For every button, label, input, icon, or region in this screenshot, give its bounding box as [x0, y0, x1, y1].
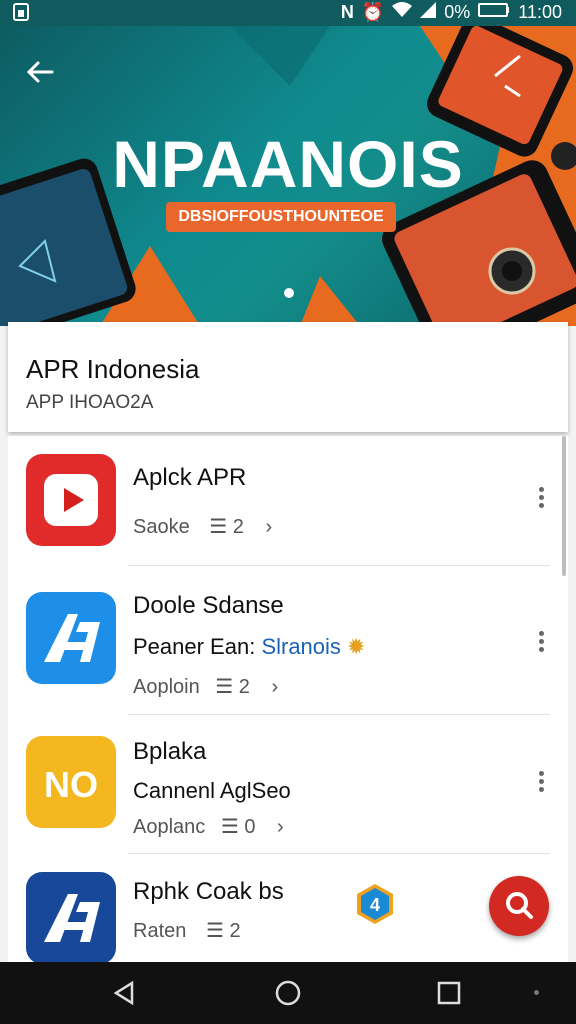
app-subtitle: Peaner Ean: Slranois ✹	[133, 634, 365, 660]
meta-label: Aoplanc	[133, 816, 206, 838]
wifi-icon	[392, 2, 413, 23]
app-meta: Saoke ☰ 2 ›	[133, 514, 272, 539]
meta-count: 2	[232, 516, 244, 538]
list-icon: ☰	[220, 816, 239, 838]
hero-title: NPAANOIS	[112, 127, 464, 201]
ap-logo-icon	[26, 872, 116, 962]
meta-count: 0	[244, 816, 256, 838]
battery-icon	[478, 2, 510, 23]
meta-count: 2	[229, 920, 241, 942]
list-icon: ☰	[215, 676, 234, 698]
arrow-back-icon	[26, 61, 54, 83]
chevron-icon: ›	[271, 676, 279, 698]
back-triangle-icon[interactable]	[112, 980, 138, 1011]
chevron-icon: ›	[277, 816, 284, 838]
more-options-button[interactable]	[536, 628, 546, 658]
subtitle-label: Peaner Ean:	[133, 634, 256, 659]
meta-label: Raten	[133, 920, 187, 942]
ap-logo-icon	[26, 592, 116, 684]
icon-text: NO	[44, 764, 98, 805]
app-subtitle: Cannenl AglSeo	[133, 778, 291, 803]
header-card: APR Indonesia APP IHOAO2A	[8, 322, 568, 432]
meta-label: Saoke	[133, 516, 190, 538]
list-icon: ☰	[209, 516, 228, 538]
meta-label: Aoploin	[133, 676, 200, 698]
home-circle-icon[interactable]	[274, 979, 302, 1012]
list-item[interactable]: Rphk Coak bs Raten ☰ 2 4	[8, 856, 568, 962]
signal-icon	[420, 2, 437, 23]
play-icon	[26, 454, 116, 546]
status-bar: N ⏰ 0% 11:00	[0, 0, 576, 26]
badge-logo-icon: 4	[353, 882, 397, 926]
svg-text:4: 4	[370, 895, 380, 915]
menu-dot	[534, 990, 539, 995]
app-meta: Aoploin ☰ 2 ›	[133, 674, 278, 699]
subtitle-link[interactable]: Slranois	[261, 634, 340, 659]
sim-card-icon	[12, 3, 30, 26]
page-subtitle: APP IHOAO2A	[26, 392, 154, 413]
page-title: APR Indonesia	[26, 354, 200, 384]
clock-time: 11:00	[518, 2, 562, 22]
pager-dot[interactable]	[284, 288, 294, 298]
list-icon: ☰	[205, 920, 224, 942]
hero-banner: NPAANOIS DBSIOFFOUSTHOUNTEOE	[0, 26, 576, 326]
app-name: Bplaka	[133, 738, 207, 765]
divider	[128, 853, 550, 854]
meta-count: 2	[238, 676, 250, 698]
list-item[interactable]: NO Bplaka Cannenl AglSeo Aoplanc ☰ 0 ›	[8, 716, 568, 856]
search-icon	[506, 892, 533, 919]
more-options-button[interactable]	[536, 484, 546, 514]
no-logo-icon: NO	[26, 736, 116, 828]
hero-tagline: DBSIOFFOUSTHOUNTEOE	[166, 202, 396, 232]
app-name: Aplck APR	[133, 464, 247, 491]
navigation-bar	[0, 962, 576, 1024]
search-fab[interactable]	[489, 876, 549, 936]
list-item[interactable]: Doole Sdanse Peaner Ean: Slranois ✹ Aopl…	[8, 566, 568, 716]
app-list[interactable]: Aplck APR Saoke ☰ 2 › Doole Sdanse Peane…	[8, 436, 568, 962]
alarm-icon: ⏰	[361, 2, 385, 22]
nfc-icon: N	[340, 2, 354, 22]
back-button[interactable]	[22, 52, 62, 92]
app-meta: Aoplanc ☰ 0 ›	[133, 814, 284, 839]
list-item[interactable]: Aplck APR Saoke ☰ 2 ›	[8, 436, 568, 566]
app-name: Doole Sdanse	[133, 592, 284, 619]
battery-percent: 0%	[444, 2, 471, 22]
more-options-button[interactable]	[536, 768, 546, 798]
gear-badge-icon: ✹	[347, 634, 366, 659]
app-name: Rphk Coak bs	[133, 878, 284, 905]
divider	[128, 714, 550, 715]
app-meta: Raten ☰ 2	[133, 918, 241, 943]
recents-square-icon[interactable]	[436, 980, 462, 1011]
chevron-icon: ›	[265, 516, 273, 538]
